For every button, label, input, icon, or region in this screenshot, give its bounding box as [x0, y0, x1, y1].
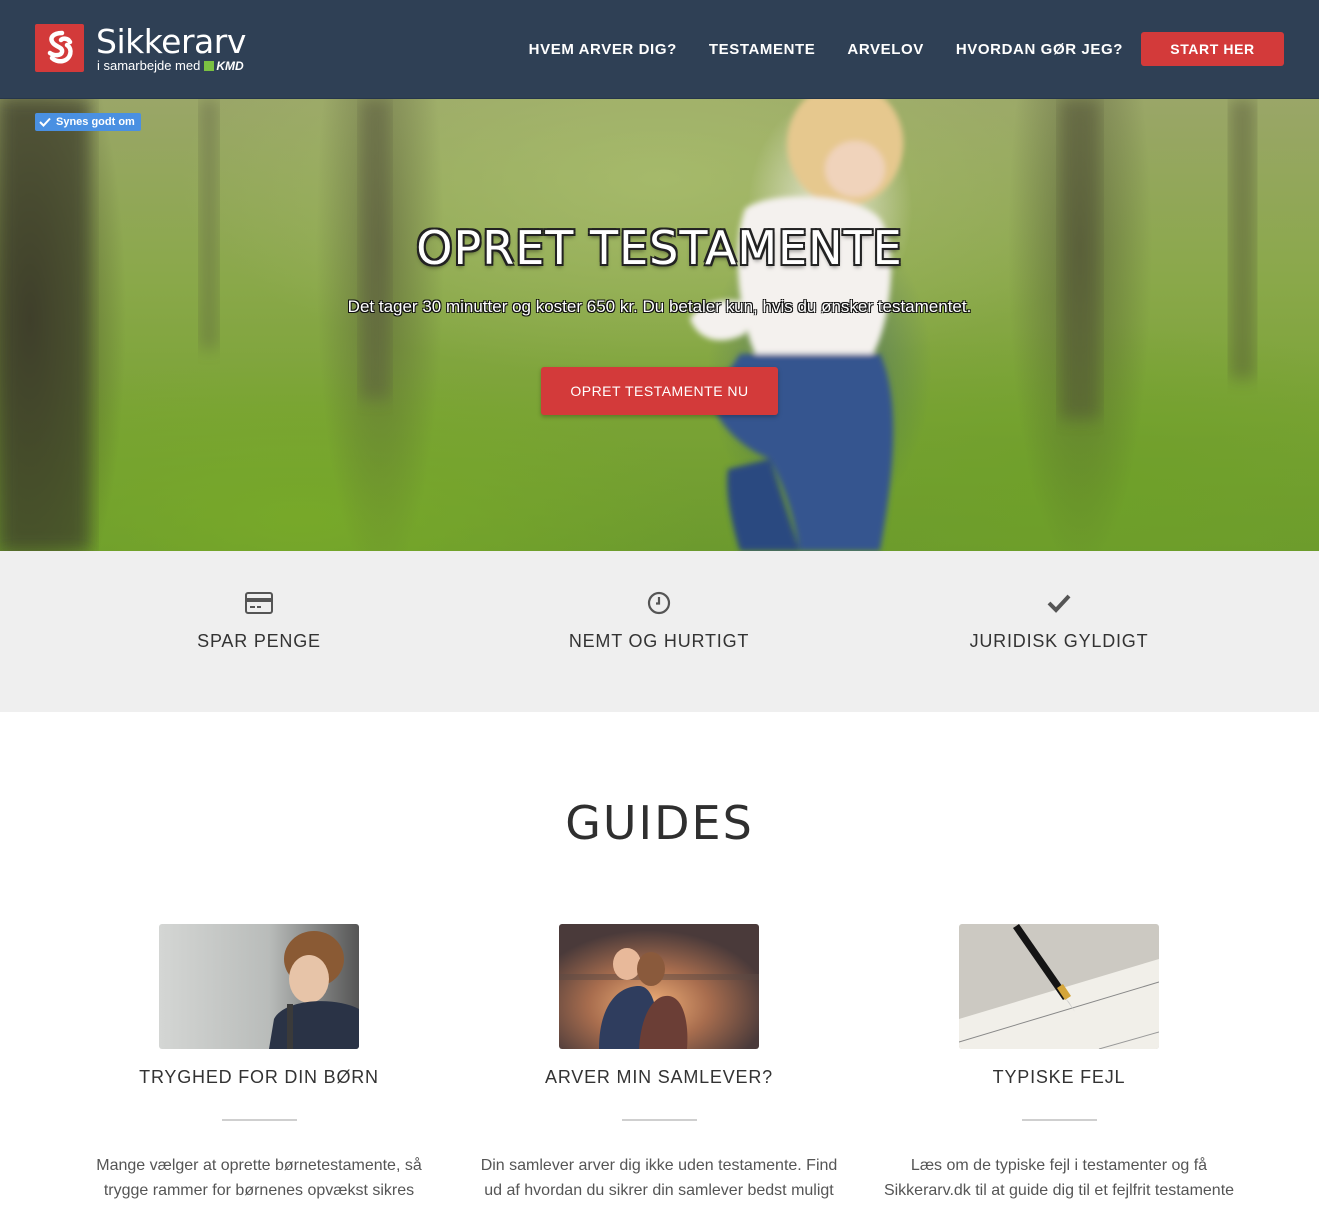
guide-image-art	[559, 924, 759, 1049]
kmd-logo: KMD	[204, 58, 244, 73]
feature-label: SPAR PENGE	[197, 631, 321, 651]
checkmark-icon	[1047, 594, 1071, 613]
logo-tagline: i samarbejde med KMD	[97, 58, 244, 73]
start-here-button[interactable]: START HER	[1141, 32, 1284, 66]
divider	[621, 1119, 697, 1121]
guide-image-child-window[interactable]	[159, 924, 359, 1049]
nav-item-hvordan-gor-jeg[interactable]: HVORDAN GØR JEG?	[956, 41, 1123, 58]
hero-subtitle: Det tager 30 minutter og koster 650 kr. …	[347, 297, 972, 316]
checkmark-icon	[39, 117, 51, 127]
feature-legally-valid: JURIDISK GYLDIGT	[909, 589, 1209, 652]
guide-description: Mange vælger at oprette børnetestamente,…	[96, 1157, 422, 1199]
nav-item-testamente[interactable]: TESTAMENTE	[709, 41, 816, 58]
guide-card-partner: ARVER MIN SAMLEVER? Din samlever arver d…	[459, 924, 859, 1203]
kmd-square-icon	[204, 61, 215, 71]
divider	[1021, 1119, 1097, 1121]
like-button-label: Synes godt om	[56, 116, 135, 128]
hero-background-image	[0, 99, 1255, 551]
feature-label: NEMT OG HURTIGT	[568, 631, 750, 651]
guide-image-art	[959, 924, 1159, 1049]
main-nav: HVEM ARVER DIG? TESTAMENTE ARVELOV HVORD…	[529, 32, 1284, 66]
logo-mark-icon	[35, 24, 84, 72]
create-will-button[interactable]: OPRET TESTAMENTE NU	[541, 367, 778, 415]
credit-card-icon	[245, 592, 273, 614]
feature-save-money: SPAR PENGE	[109, 589, 409, 652]
guide-title[interactable]: TRYGHED FOR DIN BØRN	[59, 1067, 459, 1088]
guide-title[interactable]: ARVER MIN SAMLEVER?	[459, 1067, 859, 1088]
hero-banner: Synes godt om OPRET TESTAMENTE Det tager…	[0, 99, 1319, 551]
feature-easy-fast: NEMT OG HURTIGT	[509, 589, 809, 652]
guide-description: Læs om de typiske fejl i testamenter og …	[883, 1157, 1235, 1199]
logo-name: Sikkerarv	[96, 22, 246, 61]
guide-image-will-document[interactable]	[959, 924, 1159, 1049]
logo-tagline-text: i samarbejde med	[97, 58, 201, 73]
guide-image-art	[159, 924, 359, 1049]
guide-image-couple[interactable]	[559, 924, 759, 1049]
nav-item-arvelov[interactable]: ARVELOV	[847, 41, 923, 58]
clock-icon	[647, 591, 671, 615]
kmd-logo-text: KMD	[216, 59, 244, 73]
site-logo[interactable]: Sikkerarv i samarbejde med KMD	[35, 22, 265, 74]
guide-card-children: TRYGHED FOR DIN BØRN Mange vælger at opr…	[59, 924, 459, 1203]
guide-description: Din samlever arver dig ikke uden testame…	[480, 1157, 838, 1199]
guides-heading: GUIDES	[565, 796, 754, 850]
hero-title: OPRET TESTAMENTE	[416, 221, 903, 275]
guide-title[interactable]: TYPISKE FEJL	[859, 1067, 1259, 1088]
nav-item-hvem-arver-dig[interactable]: HVEM ARVER DIG?	[529, 41, 677, 58]
divider	[221, 1119, 297, 1121]
guide-card-common-mistakes: TYPISKE FEJL Læs om de typiske fejl i te…	[859, 924, 1259, 1203]
like-button[interactable]: Synes godt om	[35, 113, 141, 131]
features-strip: SPAR PENGE NEMT OG HURTIGT JURIDISK GYLD…	[0, 551, 1319, 712]
site-header: Sikkerarv i samarbejde med KMD HVEM ARVER…	[0, 0, 1319, 99]
feature-label: JURIDISK GYLDIGT	[969, 631, 1149, 651]
